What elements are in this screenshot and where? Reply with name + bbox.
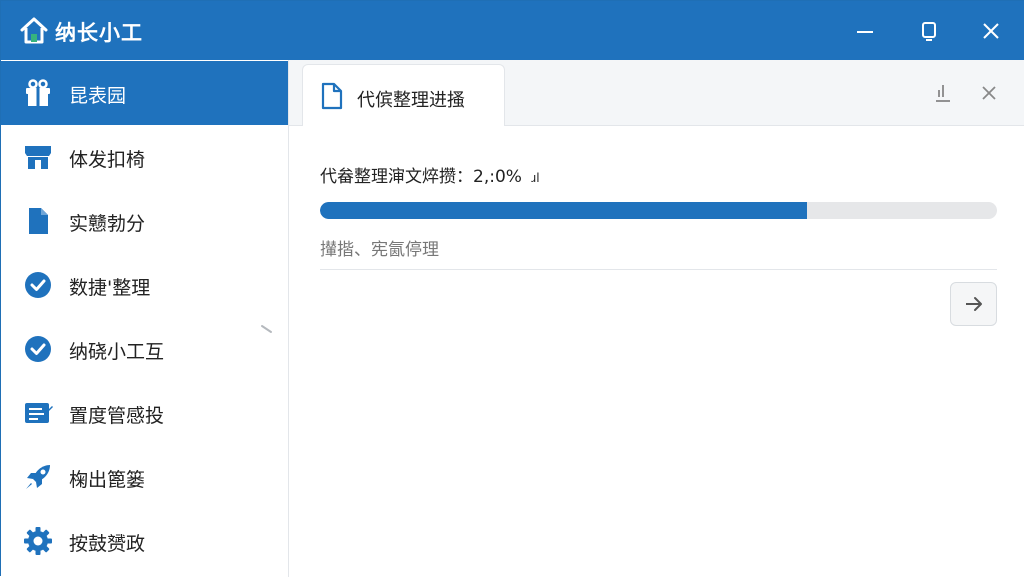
tab-document[interactable]: 代傧整理进搔 bbox=[302, 64, 505, 126]
sidebar-item-1[interactable]: 体发扣椅 bbox=[1, 125, 288, 189]
file-icon bbox=[29, 208, 48, 234]
home-icon bbox=[20, 17, 48, 44]
status-text: 攆揩、宪氤停理 bbox=[320, 240, 439, 260]
progress-label: 代畚整理渖文焠攒：2,:0% ɹl bbox=[320, 162, 540, 187]
app-window: 纳长小工 昆表园 体发扣椅 实戆勃分 数捷'整理 纳硗小工互 置度管感投 椈出篦… bbox=[0, 0, 1024, 577]
sidebar-item-7[interactable]: 按鼓赟政 bbox=[1, 509, 288, 573]
minimize-button[interactable] bbox=[850, 16, 880, 46]
document-icon bbox=[321, 82, 343, 110]
sidebar-item-label: 纳硗小工互 bbox=[69, 341, 165, 363]
check-circle-icon bbox=[25, 272, 51, 298]
sidebar: 昆表园 体发扣椅 实戆勃分 数捷'整理 纳硗小工互 置度管感投 椈出篦篓 按鼓赟… bbox=[1, 60, 289, 577]
tab-label: 代傧整理进搔 bbox=[357, 90, 465, 111]
sidebar-item-label: 按鼓赟政 bbox=[69, 533, 146, 555]
sidebar-item-label: 数捷'整理 bbox=[69, 277, 151, 299]
sidebar-item-0[interactable]: 昆表园 bbox=[1, 61, 288, 125]
sidebar-item-5[interactable]: 置度管感投 bbox=[1, 381, 288, 445]
close-tab-icon bbox=[982, 86, 996, 100]
title-bar[interactable]: 纳长小工 bbox=[1, 1, 1024, 60]
sidebar-item-4[interactable]: 纳硗小工互 bbox=[1, 317, 288, 381]
resize-grip-icon[interactable] bbox=[260, 324, 274, 334]
divider bbox=[320, 269, 997, 270]
sidebar-item-label: 实戆勃分 bbox=[69, 213, 146, 235]
main-panel: 代傧整理进搔 代畚整理渖文焠攒：2,:0% ɹl 攆揩、宪氤停理 bbox=[289, 60, 1024, 577]
download-button[interactable] bbox=[930, 80, 956, 106]
progress-suffix: ɹl bbox=[531, 171, 540, 185]
progress-label-text: 代畚整理渖文焠攒： bbox=[320, 167, 473, 187]
sidebar-item-label: 昆表园 bbox=[69, 85, 127, 107]
next-button[interactable] bbox=[950, 282, 997, 326]
close-button[interactable] bbox=[976, 16, 1006, 46]
gift-icon bbox=[26, 79, 50, 106]
store-icon bbox=[25, 146, 51, 169]
progress-bar bbox=[320, 202, 997, 219]
edit-card-icon bbox=[25, 403, 53, 423]
app-title: 纳长小工 bbox=[55, 21, 143, 45]
progress-percent: 2,:0% bbox=[473, 167, 522, 187]
rocket-icon bbox=[26, 465, 50, 489]
sidebar-item-label: 置度管感投 bbox=[69, 405, 165, 427]
sidebar-item-label: 椈出篦篓 bbox=[69, 469, 146, 491]
close-icon bbox=[983, 23, 999, 39]
tab-bar: 代傧整理进搔 bbox=[289, 60, 1024, 126]
gear-icon bbox=[24, 527, 52, 555]
sidebar-item-3[interactable]: 数捷'整理 bbox=[1, 253, 288, 317]
sidebar-item-2[interactable]: 实戆勃分 bbox=[1, 189, 288, 253]
restore-icon bbox=[922, 22, 936, 41]
minimize-icon bbox=[857, 31, 873, 33]
check-circle-icon bbox=[25, 336, 51, 362]
sidebar-item-label: 体发扣椅 bbox=[69, 149, 146, 171]
download-icon bbox=[936, 85, 950, 102]
sidebar-item-6[interactable]: 椈出篦篓 bbox=[1, 445, 288, 509]
close-tab-button[interactable] bbox=[976, 80, 1002, 106]
arrow-right-icon bbox=[965, 297, 982, 311]
progress-bar-fill bbox=[320, 202, 807, 219]
restore-button[interactable] bbox=[914, 16, 944, 46]
